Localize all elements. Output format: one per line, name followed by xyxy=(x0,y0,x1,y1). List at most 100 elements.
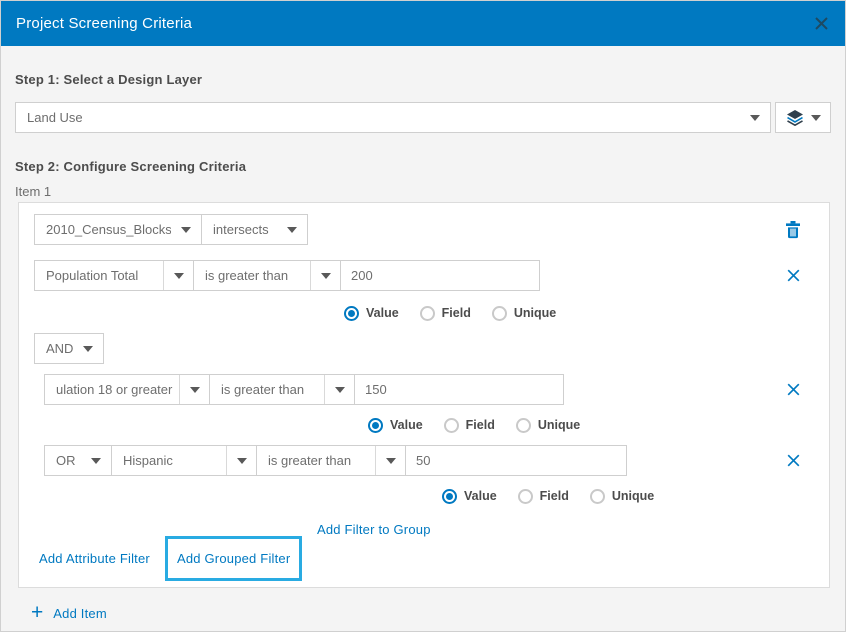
filter1-operator-select[interactable]: is greater than xyxy=(193,260,341,291)
chevron-down-icon xyxy=(310,261,340,290)
filter2-radio-field[interactable]: Field xyxy=(444,418,495,433)
radio-label-field: Field xyxy=(442,306,471,320)
chevron-down-icon xyxy=(73,334,103,363)
filter-links-row: Add Attribute Filter Add Grouped Filter xyxy=(34,535,814,582)
attribute-filter-row-1: Population Total is greater than xyxy=(34,260,814,291)
radio-label-unique: Unique xyxy=(514,306,556,320)
chevron-down-icon xyxy=(277,215,307,244)
chevron-down-icon xyxy=(324,375,354,404)
add-item-label: Add Item xyxy=(53,606,107,621)
filter3-field-value: Hispanic xyxy=(112,446,226,475)
filter3-operator-value: is greater than xyxy=(257,446,375,475)
chevron-down-icon xyxy=(179,375,209,404)
spatial-filter-row: 2010_Census_Blocks intersects xyxy=(34,214,814,245)
design-layer-value: Land Use xyxy=(16,103,740,132)
filter2-operator-select[interactable]: is greater than xyxy=(209,374,355,405)
add-grouped-filter-highlight: Add Grouped Filter xyxy=(165,536,302,581)
x-icon xyxy=(786,453,801,468)
filter2-remove-button[interactable] xyxy=(786,382,801,397)
radio-label-value: Value xyxy=(464,489,497,503)
item1-panel: 2010_Census_Blocks intersects xyxy=(18,202,830,588)
design-layer-row: Land Use xyxy=(15,102,831,133)
dialog-body: Step 1: Select a Design Layer Land Use S… xyxy=(1,72,845,622)
group-join-value: AND xyxy=(35,334,73,363)
layer-options-button[interactable] xyxy=(775,102,831,133)
radio-unselected-icon xyxy=(420,306,435,321)
filter1-value-input[interactable] xyxy=(340,260,540,291)
radio-label-field: Field xyxy=(540,489,569,503)
grouped-filter-row-2: OR Hispanic is greater than xyxy=(44,445,814,476)
filter2-radio-value[interactable]: Value xyxy=(368,418,423,433)
add-attribute-filter-link[interactable]: Add Attribute Filter xyxy=(39,551,150,566)
add-filter-to-group-link[interactable]: Add Filter to Group xyxy=(317,522,431,537)
filter1-operator-value: is greater than xyxy=(194,261,310,290)
radio-label-unique: Unique xyxy=(538,418,580,432)
filter1-radio-field[interactable]: Field xyxy=(420,306,471,321)
design-layer-select[interactable]: Land Use xyxy=(15,102,771,133)
filter1-radio-value[interactable]: Value xyxy=(344,306,399,321)
plus-icon: + xyxy=(31,604,43,622)
chevron-down-icon xyxy=(375,446,405,475)
step2-label: Step 2: Configure Screening Criteria xyxy=(15,159,831,174)
chevron-down-icon xyxy=(163,261,193,290)
radio-unselected-icon xyxy=(492,306,507,321)
close-icon xyxy=(813,15,830,32)
filter2-value-input[interactable] xyxy=(354,374,564,405)
filter2-value-type-radios: Value Field Unique xyxy=(368,417,814,433)
filter3-value-input[interactable] xyxy=(405,445,627,476)
target-layer-select[interactable]: 2010_Census_Blocks xyxy=(34,214,202,245)
spatial-operator-select[interactable]: intersects xyxy=(201,214,308,245)
close-button[interactable] xyxy=(813,15,830,32)
filter3-field-select[interactable]: Hispanic xyxy=(111,445,257,476)
filter2-field-select[interactable]: ulation 18 or greater xyxy=(44,374,210,405)
radio-label-field: Field xyxy=(466,418,495,432)
chevron-down-icon xyxy=(171,215,201,244)
filter3-value-type-radios: Value Field Unique xyxy=(442,488,814,504)
radio-unselected-icon xyxy=(444,418,459,433)
radio-label-value: Value xyxy=(390,418,423,432)
group-join-row: AND xyxy=(34,333,814,364)
radio-label-value: Value xyxy=(366,306,399,320)
radio-selected-icon xyxy=(442,489,457,504)
filter1-value-type-radios: Value Field Unique xyxy=(344,305,814,321)
step1-label: Step 1: Select a Design Layer xyxy=(15,72,831,87)
radio-unselected-icon xyxy=(516,418,531,433)
grouped-filter-row-1: ulation 18 or greater is greater than xyxy=(44,374,814,405)
chevron-down-icon xyxy=(811,115,821,121)
chevron-down-icon xyxy=(81,446,111,475)
group-join-select[interactable]: AND xyxy=(34,333,104,364)
filter3-join-value: OR xyxy=(45,446,81,475)
filter1-field-value: Population Total xyxy=(35,261,163,290)
radio-unselected-icon xyxy=(590,489,605,504)
radio-selected-icon xyxy=(368,418,383,433)
chevron-down-icon xyxy=(740,103,770,132)
filter3-radio-unique[interactable]: Unique xyxy=(590,489,654,504)
filter1-remove-button[interactable] xyxy=(786,268,801,283)
add-grouped-filter-link[interactable]: Add Grouped Filter xyxy=(177,551,290,566)
x-icon xyxy=(786,268,801,283)
radio-unselected-icon xyxy=(518,489,533,504)
filter3-join-select[interactable]: OR xyxy=(44,445,112,476)
filter1-radio-unique[interactable]: Unique xyxy=(492,306,556,321)
delete-item-button[interactable] xyxy=(785,221,801,239)
dialog-header: Project Screening Criteria xyxy=(1,1,845,46)
chevron-down-icon xyxy=(226,446,256,475)
radio-selected-icon xyxy=(344,306,359,321)
filter2-radio-unique[interactable]: Unique xyxy=(516,418,580,433)
trash-icon xyxy=(785,221,801,239)
filter2-field-value: ulation 18 or greater xyxy=(45,375,179,404)
filter3-radio-field[interactable]: Field xyxy=(518,489,569,504)
filter2-operator-value: is greater than xyxy=(210,375,324,404)
add-item-button[interactable]: + Add Item xyxy=(31,604,831,622)
x-icon xyxy=(786,382,801,397)
dialog-title: Project Screening Criteria xyxy=(16,15,192,32)
project-screening-criteria-dialog: Project Screening Criteria Step 1: Selec… xyxy=(0,0,846,632)
radio-label-unique: Unique xyxy=(612,489,654,503)
filter3-remove-button[interactable] xyxy=(786,453,801,468)
item1-label: Item 1 xyxy=(15,184,831,199)
filter3-operator-select[interactable]: is greater than xyxy=(256,445,406,476)
target-layer-value: 2010_Census_Blocks xyxy=(35,215,171,244)
filter1-field-select[interactable]: Population Total xyxy=(34,260,194,291)
filter3-radio-value[interactable]: Value xyxy=(442,489,497,504)
spatial-operator-value: intersects xyxy=(202,215,277,244)
